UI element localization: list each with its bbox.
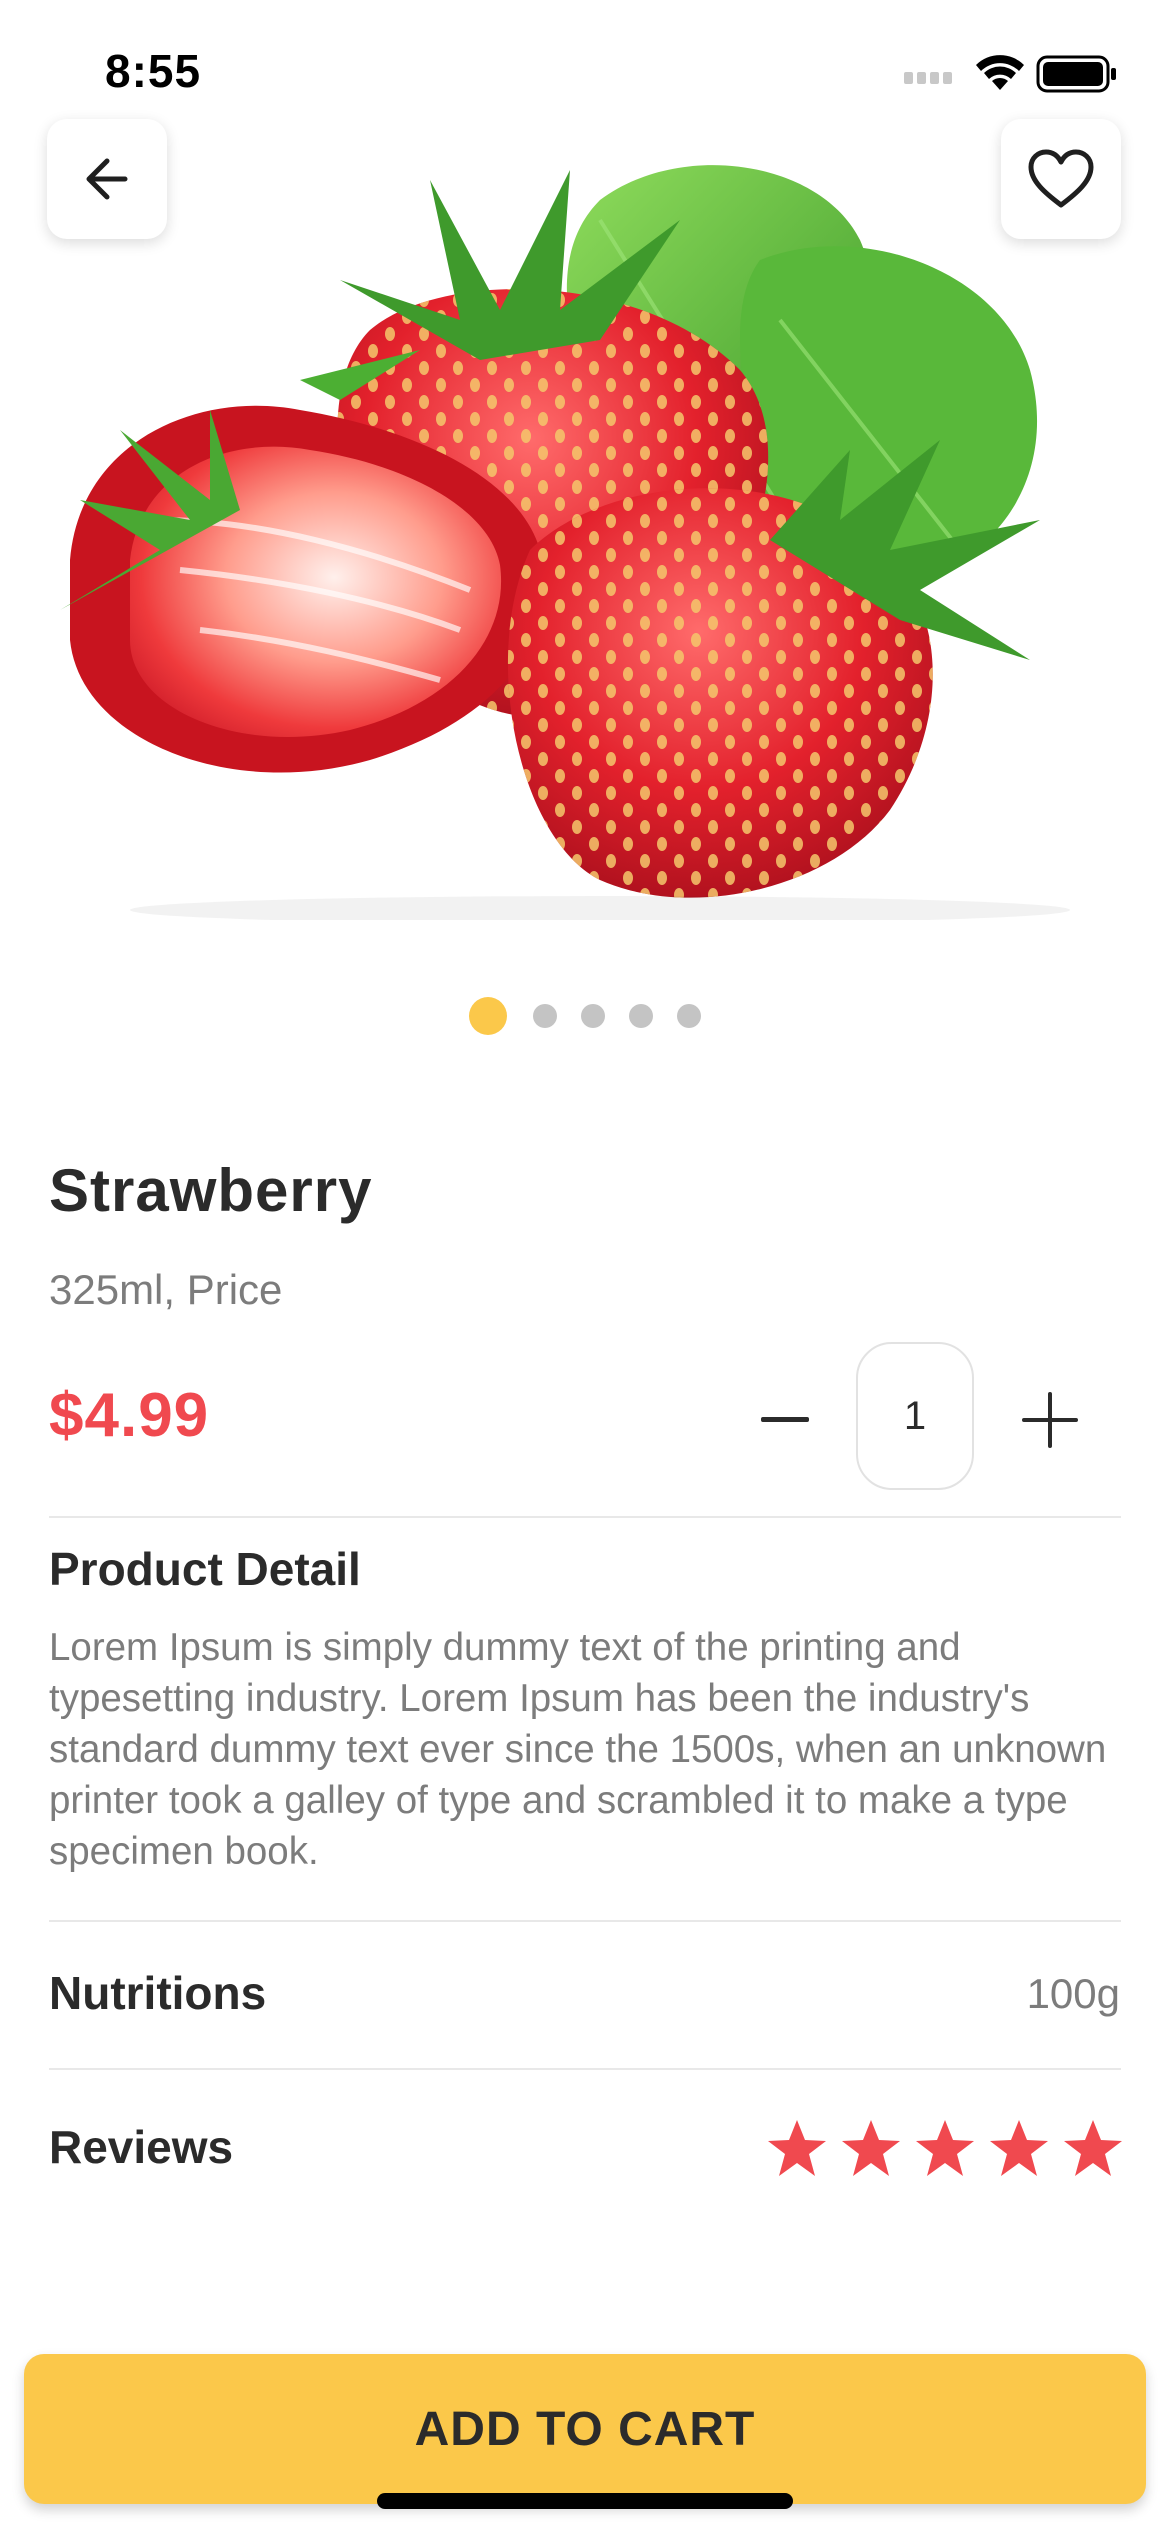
quantity-value[interactable]: 1 <box>856 1342 974 1490</box>
star-icon <box>990 2120 1048 2176</box>
increase-quantity-button[interactable] <box>1012 1380 1088 1460</box>
signal-icon <box>904 72 952 84</box>
nutritions-label[interactable]: Nutritions <box>49 1966 266 2020</box>
status-time: 8:55 <box>105 45 202 97</box>
star-icon <box>916 2120 974 2176</box>
star-icon <box>768 2120 826 2176</box>
plus-icon <box>1022 1392 1078 1448</box>
carousel-dot-active[interactable] <box>469 997 507 1035</box>
product-detail-text: Lorem Ipsum is simply dummy text of the … <box>49 1626 1107 1873</box>
product-detail-title: Product Detail <box>49 1543 361 1595</box>
divider <box>49 1516 1121 1518</box>
divider <box>49 2068 1121 2070</box>
carousel-indicator <box>0 996 1170 1036</box>
star-icon <box>1064 2120 1122 2176</box>
carousel-dot[interactable] <box>581 1004 605 1028</box>
home-indicator[interactable] <box>377 2493 793 2509</box>
arrow-left-icon <box>86 158 128 200</box>
product-image <box>40 120 1120 924</box>
favorite-button[interactable] <box>1001 119 1121 239</box>
product-name: Strawberry <box>49 1157 373 1224</box>
wifi-icon <box>976 55 1024 90</box>
back-button[interactable] <box>47 119 167 239</box>
reviews-label[interactable]: Reviews <box>49 2120 233 2174</box>
divider <box>49 1920 1121 1922</box>
product-price: $4.99 <box>49 1381 210 1450</box>
minus-icon <box>761 1417 809 1422</box>
battery-icon <box>1036 55 1116 93</box>
heart-outline-icon <box>1028 149 1094 208</box>
rating-stars <box>766 2118 1124 2178</box>
carousel-dot[interactable] <box>629 1004 653 1028</box>
decrease-quantity-button[interactable] <box>750 1380 820 1460</box>
star-icon <box>842 2120 900 2176</box>
carousel-dot[interactable] <box>533 1004 557 1028</box>
status-icons <box>904 50 1120 100</box>
add-to-cart-button[interactable]: ADD TO CART <box>24 2354 1146 2504</box>
carousel-dot[interactable] <box>677 1004 701 1028</box>
nutritions-value: 100g <box>1026 1970 1120 2017</box>
product-subtitle: 325ml, Price <box>49 1266 283 1313</box>
